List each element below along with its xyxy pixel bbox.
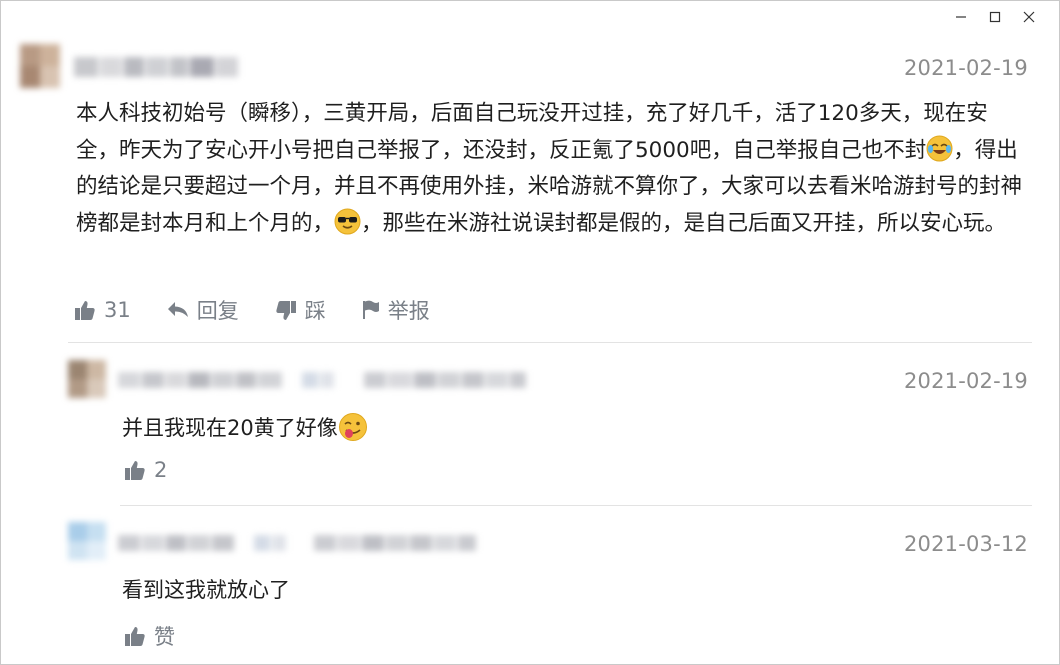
flag-icon (362, 300, 380, 320)
reply-button[interactable]: 回复 (167, 295, 239, 325)
like-button[interactable]: 31 (74, 298, 131, 322)
close-icon[interactable] (1012, 6, 1046, 28)
report-button[interactable]: 举报 (362, 295, 430, 325)
dislike-button[interactable]: 踩 (275, 295, 326, 325)
comment-date: 2021-02-19 (903, 56, 1028, 80)
dislike-label: 踩 (304, 299, 326, 323)
like-count: 31 (104, 298, 131, 322)
report-label: 举报 (387, 299, 430, 323)
thumbs-up-icon (74, 300, 96, 321)
reply-avatar[interactable] (68, 360, 106, 398)
divider (120, 505, 1032, 506)
crying-laugh-emoji (926, 135, 953, 162)
window-controls (944, 6, 1046, 28)
thumbs-up-icon (124, 460, 146, 481)
avatar[interactable] (20, 44, 60, 88)
reply-text: 看到这我就放心了 (122, 578, 290, 602)
reply-arrow-icon (167, 301, 189, 319)
reply-text-content: 并且我现在20黄了好像 (122, 416, 338, 440)
thumbs-up-icon (124, 626, 146, 647)
reply-date: 2021-03-12 (903, 532, 1028, 556)
comment-text-part1: 本人科技初始号（瞬移），三黄开局，后面自己玩没开过挂，充了好几千，活了120多天… (76, 101, 988, 163)
reply-like-label: 赞 (154, 625, 175, 649)
comment-text: 本人科技初始号（瞬移），三黄开局，后面自己玩没开过挂，充了好几千，活了120多天… (76, 96, 1028, 242)
reply-like-count: 2 (154, 458, 168, 482)
winking-tongue-emoji (338, 412, 368, 442)
comment-text-part3: ，那些在米游社说误封都是假的，是自己后面又开挂，所以安心玩。 (361, 210, 1007, 236)
reply-actions: 2 (124, 458, 203, 482)
reply-date: 2021-02-19 (903, 369, 1028, 393)
reply-text: 并且我现在20黄了好像 (122, 412, 368, 442)
username[interactable] (74, 55, 240, 79)
reply-username[interactable] (118, 533, 478, 553)
minimize-icon[interactable] (944, 6, 978, 28)
thumbs-down-icon (275, 300, 297, 321)
divider (68, 342, 1032, 343)
reply-avatar[interactable] (68, 522, 106, 560)
sunglasses-emoji (334, 208, 361, 235)
maximize-icon[interactable] (978, 6, 1012, 28)
reply-label: 回复 (196, 299, 239, 323)
reply-username[interactable] (118, 370, 528, 390)
comment-actions: 31 回复 踩 举报 (74, 295, 466, 325)
reply-like-button[interactable]: 赞 (124, 621, 175, 651)
reply-like-button[interactable]: 2 (124, 458, 167, 482)
reply-actions: 赞 (124, 621, 211, 651)
